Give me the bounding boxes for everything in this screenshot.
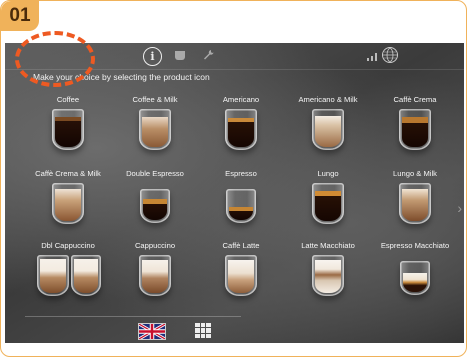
product-label: Caffè Crema & Milk [35,169,101,178]
product-label: Coffee [56,95,80,104]
machine-screen: i Make your choice by selecting the prod… [5,43,464,343]
caffe-crema-milk-glass-icon [52,183,84,224]
product-dbl-cappuccino[interactable]: Dbl Cappuccino [24,241,112,319]
product-lungo-milk[interactable]: Lungo & Milk [371,169,459,247]
product-label: Cappuccino [134,241,176,250]
bottom-divider [25,316,241,317]
product-label: Coffee & Milk [132,95,178,104]
cup-icon[interactable] [175,51,185,60]
grid-menu-icon[interactable] [195,323,211,338]
product-latte-macchiato[interactable]: Latte Macchiato [284,241,372,319]
caffe-latte-glass-icon [225,255,257,296]
product-caffe-crema[interactable]: Caffè Crema [371,95,459,173]
product-label: Lungo & Milk [393,169,437,178]
dbl-cappuccino-glass-left-icon [37,255,69,296]
lungo-milk-glass-icon [399,183,431,224]
product-cappuccino[interactable]: Cappuccino [111,241,199,319]
uk-flag-icon[interactable] [138,323,166,340]
step-badge: 01 [1,1,39,31]
latte-macchiato-glass-icon [312,255,344,296]
product-espresso[interactable]: Espresso [197,169,285,247]
dbl-cappuccino-glass-right-icon [71,255,101,296]
lungo-glass-icon [312,183,344,224]
product-label: Espresso [225,169,257,178]
product-label: Caffè Crema [393,95,437,104]
wrench-icon[interactable] [203,49,214,60]
cappuccino-glass-icon [139,255,171,296]
espresso-macchiato-glass-icon [400,261,430,295]
americano-glass-icon [225,109,257,150]
product-coffee-milk[interactable]: Coffee & Milk [111,95,199,173]
next-page-arrow-icon[interactable]: › [457,200,462,216]
product-label: Caffè Latte [222,241,260,250]
product-label: Latte Macchiato [301,241,355,250]
product-label: Dbl Cappuccino [41,241,95,250]
double-espresso-glass-icon [140,189,170,223]
caffe-crema-glass-icon [399,109,431,150]
signal-icon [367,53,379,61]
globe-icon[interactable] [382,47,398,63]
product-lungo[interactable]: Lungo [284,169,372,247]
product-espresso-macchiato[interactable]: Espresso Macchiato [371,241,459,319]
coffee-glass-icon [52,109,84,150]
product-caffe-latte[interactable]: Caffè Latte [197,241,285,319]
product-label: Lungo [317,169,339,178]
espresso-glass-icon [226,189,256,223]
product-label: Double Espresso [126,169,184,178]
coffee-milk-glass-icon [139,109,171,150]
product-label: Americano [222,95,260,104]
product-coffee[interactable]: Coffee [24,95,112,173]
product-caffe-crema-milk[interactable]: Caffè Crema & Milk [24,169,112,247]
product-double-espresso[interactable]: Double Espresso [111,169,199,247]
product-americano-milk[interactable]: Americano & Milk [284,95,372,173]
product-label: Americano & Milk [298,95,358,104]
product-label: Espresso Macchiato [380,241,450,250]
step-frame: 01 i Make your choice by selecting the p… [0,0,467,357]
annotation-highlight-ring [15,31,95,87]
product-americano[interactable]: Americano [197,95,285,173]
info-icon[interactable]: i [143,47,162,66]
americano-milk-glass-icon [312,109,344,150]
